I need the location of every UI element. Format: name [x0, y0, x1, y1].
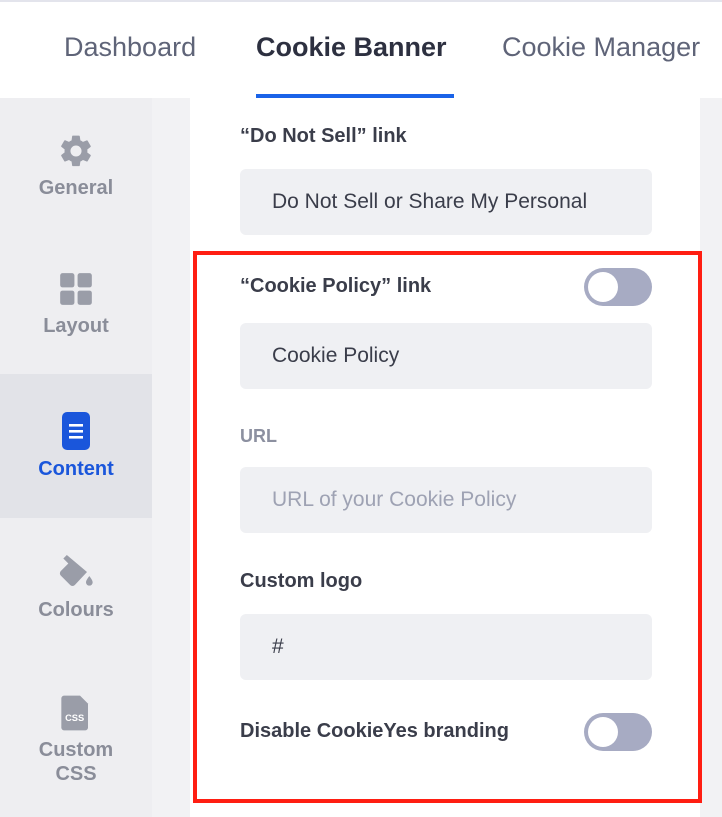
- sidebar-item-content[interactable]: Content: [0, 374, 152, 518]
- paint-bucket-icon: [59, 555, 93, 586]
- top-navigation: Dashboard Cookie Banner Cookie Manager: [0, 0, 722, 98]
- sidebar-item-label: Layout: [43, 315, 109, 337]
- do-not-sell-input[interactable]: Do Not Sell or Share My Personal: [240, 169, 652, 235]
- gear-icon: [61, 135, 91, 167]
- sidebar-item-label: Custom CSS: [38, 739, 114, 785]
- do-not-sell-label: “Do Not Sell” link: [240, 125, 407, 147]
- tab-cookie-banner[interactable]: Cookie Banner: [256, 32, 447, 63]
- sidebar-item-general[interactable]: General: [0, 132, 152, 236]
- sidebar-item-label: General: [38, 177, 114, 199]
- tab-dashboard[interactable]: Dashboard: [64, 32, 196, 63]
- sidebar-item-colours[interactable]: Colours: [0, 552, 152, 656]
- highlight-box: [193, 251, 702, 803]
- sidebar: General Layout Content Colours CSS Custo…: [0, 98, 152, 817]
- sidebar-item-custom-css[interactable]: CSS Custom CSS: [0, 694, 152, 804]
- sidebar-item-label: Content: [38, 458, 114, 480]
- css-file-icon: CSS: [61, 695, 88, 731]
- sidebar-item-layout[interactable]: Layout: [0, 270, 152, 374]
- sidebar-item-label: Colours: [38, 599, 114, 621]
- grid-icon: [60, 273, 92, 305]
- tab-cookie-manager[interactable]: Cookie Manager: [502, 32, 700, 63]
- document-icon: [62, 412, 90, 450]
- svg-text:CSS: CSS: [65, 713, 84, 723]
